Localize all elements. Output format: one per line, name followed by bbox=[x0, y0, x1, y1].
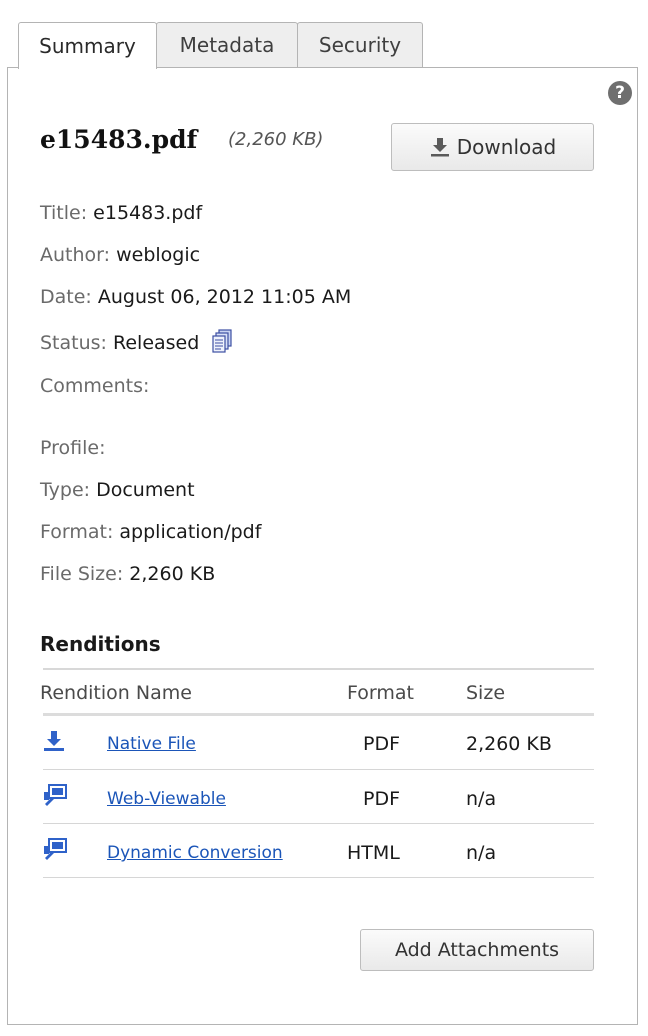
author-row: Author: weblogic bbox=[40, 244, 200, 266]
file-size: (2,260 KB) bbox=[228, 129, 324, 150]
status-value: Released bbox=[113, 332, 200, 354]
add-attachments-label: Add Attachments bbox=[394, 939, 560, 961]
date-row: Date: August 06, 2012 11:05 AM bbox=[40, 286, 351, 308]
rendition-format: HTML bbox=[347, 842, 400, 864]
rendition-size: n/a bbox=[466, 842, 497, 864]
row-divider bbox=[43, 769, 594, 770]
rendition-format: PDF bbox=[363, 788, 401, 810]
author-label: Author: bbox=[40, 244, 111, 266]
row-divider bbox=[43, 877, 594, 878]
tab-metadata[interactable]: Metadata bbox=[156, 22, 298, 67]
revisions-icon[interactable] bbox=[211, 329, 233, 353]
rendition-link-native-file[interactable]: Native File bbox=[107, 734, 196, 754]
rendition-size: 2,260 KB bbox=[466, 733, 552, 755]
comments-label: Comments: bbox=[40, 375, 150, 397]
status-row: Status: Released bbox=[40, 329, 233, 354]
rendition-format: PDF bbox=[363, 733, 401, 755]
author-value: weblogic bbox=[116, 244, 201, 266]
date-label: Date: bbox=[40, 286, 92, 308]
status-label: Status: bbox=[40, 332, 107, 354]
download-icon[interactable] bbox=[43, 730, 65, 752]
column-header-name: Rendition Name bbox=[40, 682, 192, 704]
type-row: Type: Document bbox=[40, 479, 195, 501]
tab-bar: Summary Metadata Security bbox=[18, 22, 423, 69]
filesize-row: File Size: 2,260 KB bbox=[40, 563, 215, 585]
type-label: Type: bbox=[40, 479, 91, 501]
column-header-format: Format bbox=[347, 682, 414, 704]
table-header-rule bbox=[43, 713, 594, 716]
renditions-divider bbox=[43, 668, 594, 670]
tab-summary[interactable]: Summary bbox=[18, 22, 157, 69]
rendition-link-web-viewable[interactable]: Web-Viewable bbox=[107, 789, 226, 809]
date-value: August 06, 2012 11:05 AM bbox=[97, 286, 352, 308]
download-button[interactable]: Download bbox=[391, 123, 594, 171]
web-view-icon[interactable] bbox=[43, 838, 67, 860]
filesize-label: File Size: bbox=[40, 563, 124, 585]
download-label: Download bbox=[456, 135, 557, 159]
profile-label: Profile: bbox=[40, 437, 106, 459]
web-view-icon[interactable] bbox=[43, 784, 67, 806]
tab-security-label: Security bbox=[318, 33, 402, 57]
tab-summary-label: Summary bbox=[39, 34, 136, 58]
download-icon bbox=[430, 138, 449, 157]
title-value: e15483.pdf bbox=[93, 202, 203, 224]
rendition-size: n/a bbox=[466, 788, 497, 810]
format-row: Format: application/pdf bbox=[40, 521, 261, 543]
add-attachments-button[interactable]: Add Attachments bbox=[360, 929, 594, 971]
comments-row: Comments: bbox=[40, 375, 149, 397]
tab-metadata-label: Metadata bbox=[179, 33, 275, 57]
tab-security[interactable]: Security bbox=[297, 22, 423, 67]
file-name: e15483.pdf bbox=[40, 125, 198, 154]
row-divider bbox=[43, 823, 594, 824]
filesize-value: 2,260 KB bbox=[129, 563, 216, 585]
title-label: Title: bbox=[40, 202, 88, 224]
profile-row: Profile: bbox=[40, 437, 105, 459]
renditions-title: Renditions bbox=[40, 632, 161, 656]
question-mark-icon[interactable]: ? bbox=[608, 81, 632, 105]
type-value: Document bbox=[96, 479, 195, 501]
column-header-size: Size bbox=[466, 682, 506, 704]
title-row: Title: e15483.pdf bbox=[40, 202, 202, 224]
rendition-link-dynamic-conversion[interactable]: Dynamic Conversion bbox=[107, 843, 283, 863]
format-label: Format: bbox=[40, 521, 114, 543]
format-value: application/pdf bbox=[119, 521, 262, 543]
